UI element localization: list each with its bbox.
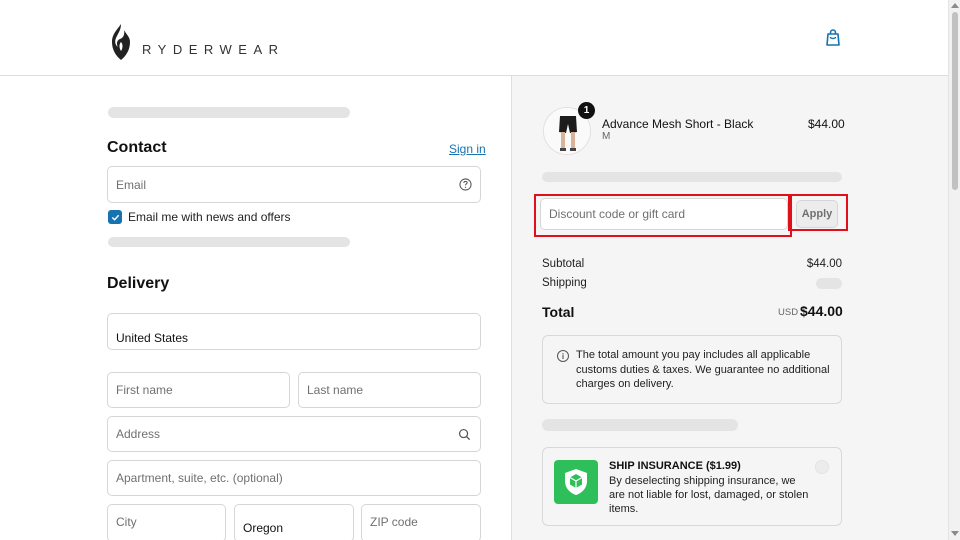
page-scrollbar[interactable] — [948, 0, 960, 540]
loading-placeholder — [542, 419, 738, 431]
country-value: United States — [116, 331, 189, 345]
product-name: Advance Mesh Short - Black — [602, 117, 754, 131]
delivery-heading: Delivery — [107, 275, 170, 292]
last-name-field[interactable]: Last name — [298, 372, 481, 408]
total-label: Total — [542, 304, 575, 320]
scroll-down-arrow-icon[interactable] — [951, 531, 959, 536]
search-icon — [458, 428, 471, 441]
help-circle-icon[interactable] — [459, 178, 472, 191]
total-value: $44.00 — [800, 303, 843, 319]
first-name-field[interactable]: First name — [107, 372, 290, 408]
apply-discount-button[interactable]: Apply — [796, 200, 838, 228]
loading-placeholder — [108, 107, 350, 118]
loading-placeholder — [108, 237, 350, 247]
city-placeholder: City — [116, 515, 137, 529]
product-variant: M — [602, 131, 611, 142]
brand-name: RYDERWEAR — [142, 41, 285, 57]
state-select[interactable]: Oregon — [234, 504, 354, 540]
newsletter-checkbox[interactable] — [108, 210, 122, 224]
discount-code-field[interactable]: Discount code or gift card — [540, 198, 788, 230]
address-field[interactable]: Address — [107, 416, 481, 452]
scrollbar-thumb[interactable] — [952, 12, 958, 190]
insurance-shield-icon — [554, 460, 598, 504]
info-icon: i — [557, 350, 569, 362]
subtotal-label: Subtotal — [542, 258, 585, 270]
loading-placeholder — [542, 172, 842, 182]
insurance-toggle[interactable] — [815, 460, 829, 474]
duties-info-box: i The total amount you pay includes all … — [542, 335, 842, 404]
first-name-placeholder: First name — [116, 383, 173, 397]
email-placeholder: Email — [116, 177, 147, 192]
quantity-badge: 1 — [578, 102, 595, 119]
last-name-placeholder: Last name — [307, 383, 364, 397]
shopping-bag-icon[interactable] — [823, 28, 843, 48]
email-field[interactable]: Email — [107, 166, 481, 203]
brand-logo[interactable]: RYDERWEAR — [108, 22, 285, 62]
discount-placeholder: Discount code or gift card — [549, 207, 686, 221]
insurance-description: By deselecting shipping insurance, we ar… — [609, 475, 809, 515]
shipping-label: Shipping — [542, 277, 587, 289]
country-select[interactable]: United States — [107, 313, 481, 350]
currency-code: USD — [778, 307, 799, 318]
checkmark-icon — [111, 214, 119, 221]
duties-note: The total amount you pay includes all ap… — [576, 349, 830, 390]
scroll-up-arrow-icon[interactable] — [951, 3, 959, 8]
sign-in-link[interactable]: Sign in — [449, 142, 486, 156]
apartment-field[interactable]: Apartment, suite, etc. (optional) — [107, 460, 481, 496]
state-value: Oregon — [243, 521, 284, 535]
shipping-loading-placeholder — [816, 278, 842, 289]
zip-field[interactable]: ZIP code — [361, 504, 481, 540]
site-header: RYDERWEAR — [0, 0, 948, 76]
subtotal-value: $44.00 — [806, 258, 842, 270]
contact-heading: Contact — [107, 139, 167, 156]
product-price: $44.00 — [808, 117, 845, 131]
shipping-insurance-box[interactable]: SHIP INSURANCE ($1.99) By deselecting sh… — [542, 447, 842, 526]
insurance-title: SHIP INSURANCE ($1.99) — [609, 460, 741, 472]
apartment-placeholder: Apartment, suite, etc. (optional) — [116, 471, 283, 485]
zip-placeholder: ZIP code — [370, 515, 418, 529]
address-placeholder: Address — [116, 427, 161, 441]
flame-logo-icon — [112, 24, 130, 60]
newsletter-label: Email me with news and offers — [128, 210, 291, 224]
city-field[interactable]: City — [107, 504, 226, 540]
